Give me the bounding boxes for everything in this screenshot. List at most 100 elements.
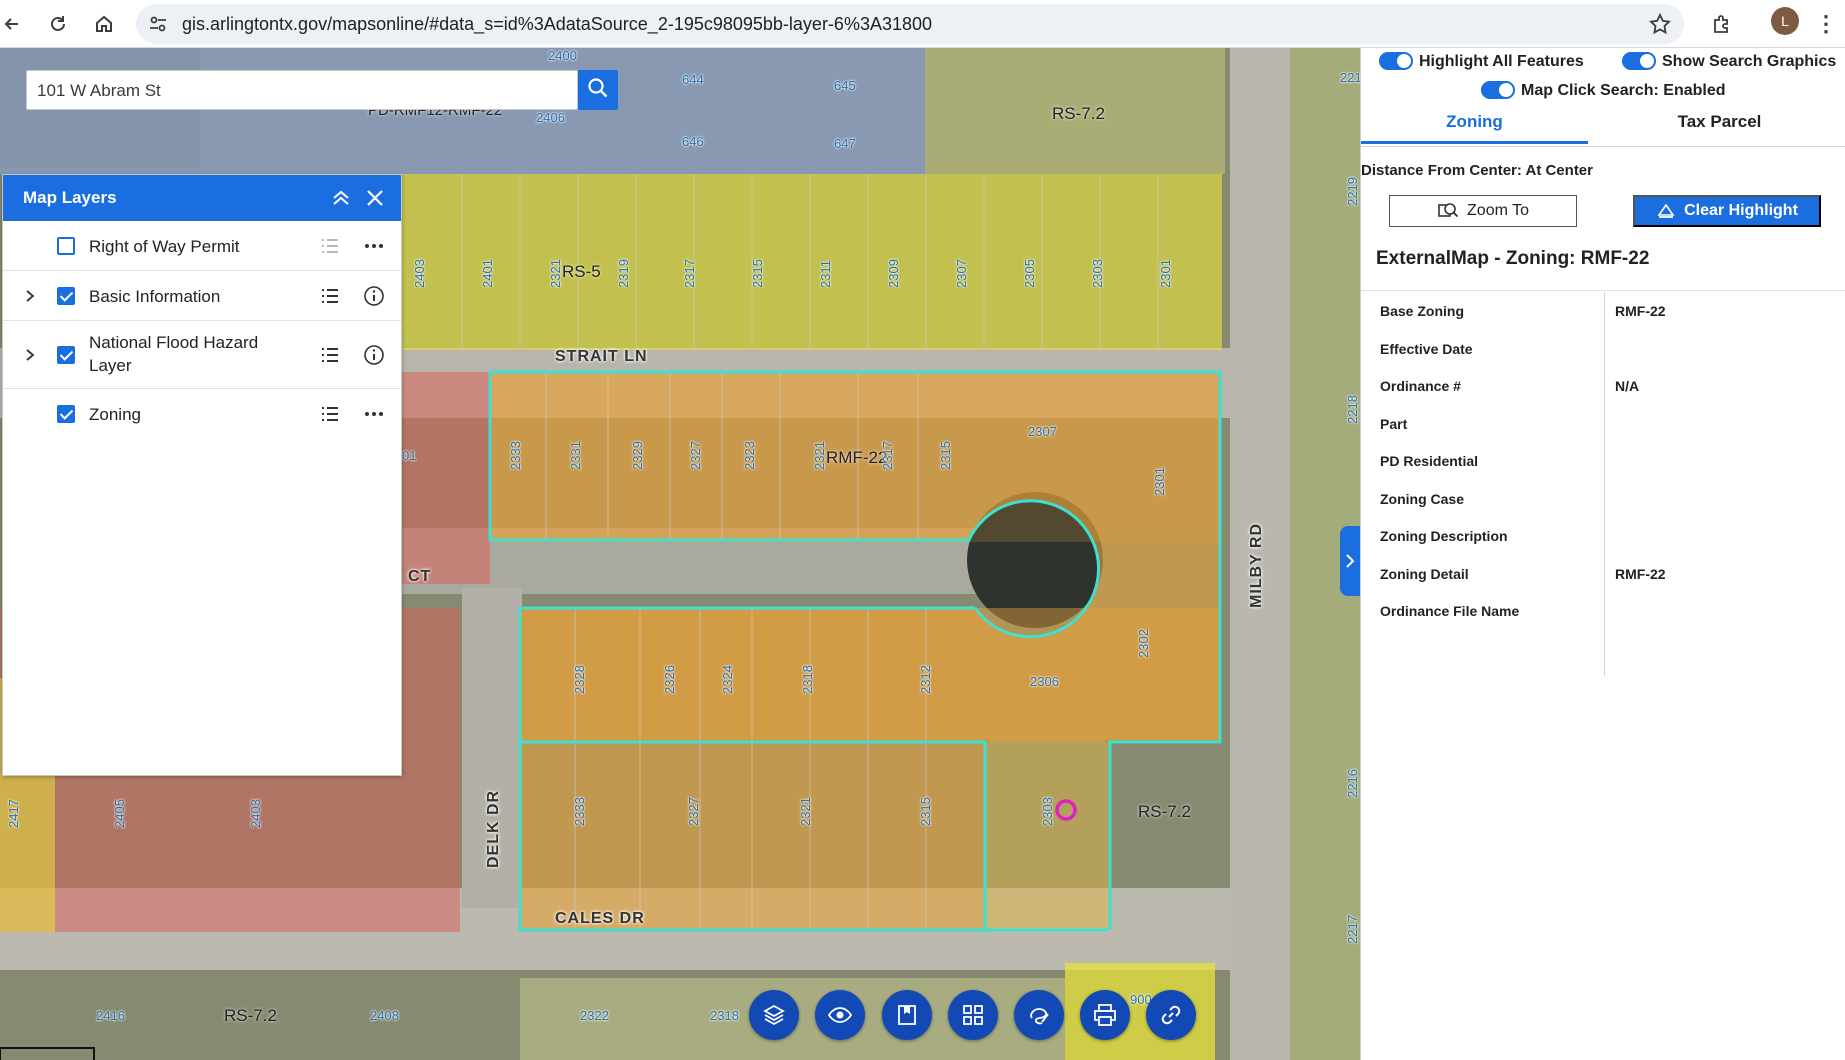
address-label: 2333	[572, 797, 587, 826]
kebab-menu-icon[interactable]: ⋮	[1814, 8, 1838, 40]
attribute-key: Ordinance #	[1380, 378, 1461, 394]
search-button[interactable]	[578, 70, 618, 110]
attribute-key: Zoning Detail	[1380, 565, 1469, 582]
address-label: 2323	[742, 441, 757, 470]
layer-item-right-of-way-permit[interactable]: Right of Way Permit	[3, 221, 401, 271]
chevron-right-icon	[1346, 554, 1355, 568]
attribute-row: Zoning Detail RMF-22	[1361, 555, 1845, 593]
map-layers-panel: Map Layers Right of Way Permit Basic Inf…	[2, 174, 402, 776]
url-text: gis.arlingtontx.gov/mapsonline/#data_s=i…	[182, 14, 933, 34]
address-label: 01	[402, 448, 417, 463]
address-label: 2326	[662, 665, 677, 694]
attribute-value: RMF-22	[1615, 565, 1666, 582]
map-view[interactable]: STRAIT LN CALES DR MILBY RD DELK DR CT R…	[0, 48, 1360, 1060]
attribute-value: N/A	[1615, 378, 1640, 394]
chevron-right-icon[interactable]	[23, 289, 37, 303]
zoom-to-button[interactable]: Zoom To	[1389, 195, 1577, 227]
layer-checkbox[interactable]	[57, 346, 75, 364]
address-bar[interactable]: gis.arlingtontx.gov/mapsonline/#data_s=i…	[136, 4, 1684, 44]
zone-label: RS-7.2	[1138, 802, 1191, 821]
distance-from-center: Distance From Center: At Center	[1361, 162, 1593, 179]
info-icon[interactable]	[363, 344, 385, 366]
attribute-key: Base Zoning	[1380, 303, 1465, 319]
layer-item-basic-information[interactable]: Basic Information	[3, 271, 401, 321]
bookmark-tool-button[interactable]	[882, 990, 932, 1040]
divider	[1361, 290, 1845, 291]
share-link-tool-button[interactable]	[1146, 990, 1196, 1040]
layer-label: Basic Information	[89, 287, 221, 306]
layers-tool-button[interactable]	[749, 990, 799, 1040]
map-layers-header: Map Layers	[3, 175, 401, 221]
address-label: 2315	[938, 441, 953, 470]
attribute-value: RMF-22	[1615, 303, 1666, 319]
layer-label: Right of Way Permit	[89, 237, 240, 256]
address-label: 2327	[688, 441, 703, 470]
search-input[interactable]: 101 W Abram St	[26, 70, 578, 110]
address-label: 2301	[1158, 259, 1173, 288]
street-label: MILBY RD	[1248, 522, 1265, 608]
column-divider	[1604, 292, 1605, 676]
attribute-row: Part	[1361, 405, 1845, 443]
back-arrow-icon[interactable]	[0, 6, 30, 42]
clear-highlight-button[interactable]: Clear Highlight	[1633, 195, 1821, 227]
attribute-row: PD Residential	[1361, 442, 1845, 480]
draw-tool-button[interactable]	[1014, 990, 1064, 1040]
legend-list-icon[interactable]	[319, 285, 341, 307]
layer-item-zoning[interactable]: Zoning	[3, 389, 401, 439]
layer-label: Zoning	[89, 405, 141, 424]
visibility-tool-button[interactable]	[815, 990, 865, 1040]
highlight-all-toggle[interactable]	[1379, 52, 1413, 70]
attribute-key: Zoning Case	[1380, 490, 1465, 507]
address-label: 2405	[112, 799, 127, 828]
link-icon	[1161, 1005, 1181, 1025]
street-label: DELK DR	[485, 789, 502, 868]
more-icon[interactable]	[363, 403, 385, 425]
feature-title: ExternalMap - Zoning: RMF-22	[1376, 248, 1650, 269]
profile-avatar[interactable]: L	[1771, 7, 1799, 35]
print-icon	[1094, 1004, 1116, 1026]
chevron-right-icon[interactable]	[23, 348, 37, 362]
legend-list-icon[interactable]	[319, 403, 341, 425]
layer-checkbox[interactable]	[57, 287, 75, 305]
close-icon[interactable]	[363, 186, 387, 210]
home-icon[interactable]	[86, 6, 122, 42]
street-label: STRAIT LN	[555, 348, 648, 365]
tab-tax-parcel[interactable]: Tax Parcel	[1606, 112, 1833, 144]
print-tool-button[interactable]	[1080, 990, 1130, 1040]
star-icon[interactable]	[1648, 12, 1672, 36]
attribute-row: Ordinance File Name	[1361, 592, 1845, 630]
attribute-row: Ordinance # N/A	[1361, 367, 1845, 405]
widgets-tool-button[interactable]	[948, 990, 998, 1040]
layer-checkbox[interactable]	[57, 237, 75, 255]
address-label: 2403	[412, 259, 427, 288]
address-label: 2331	[568, 441, 583, 470]
panel-collapse-tab[interactable]	[1340, 526, 1360, 596]
show-search-graphics-toggle[interactable]	[1622, 52, 1656, 70]
reload-icon[interactable]	[40, 6, 76, 42]
tab-zoning[interactable]: Zoning	[1361, 112, 1588, 144]
address-label: 2315	[918, 797, 933, 826]
more-icon[interactable]	[363, 235, 385, 257]
address-label: 2403	[248, 799, 263, 828]
address-label: 2312	[918, 665, 933, 694]
address-label: 2219	[1345, 177, 1360, 206]
layer-checkbox[interactable]	[57, 405, 75, 423]
clear-highlight-label: Clear Highlight	[1684, 202, 1798, 219]
info-icon[interactable]	[363, 285, 385, 307]
address-label: 2305	[1022, 259, 1037, 288]
browser-toolbar: gis.arlingtontx.gov/mapsonline/#data_s=i…	[0, 0, 1845, 48]
address-label: 2324	[720, 665, 735, 694]
collapse-chevron-icon[interactable]	[329, 186, 353, 210]
address-label: 2321	[798, 797, 813, 826]
map-click-search-toggle[interactable]	[1481, 81, 1515, 99]
address-label: 2317	[880, 441, 895, 470]
address-label: 2321	[548, 259, 563, 288]
results-panel: Highlight All Features Show Search Graph…	[1360, 48, 1845, 1060]
extensions-icon[interactable]	[1704, 6, 1740, 42]
site-settings-icon[interactable]	[148, 14, 168, 39]
zoom-to-icon	[1438, 203, 1459, 218]
legend-list-icon[interactable]	[319, 344, 341, 366]
layer-item-national-flood-hazard-layer[interactable]: National Flood Hazard Layer	[3, 321, 401, 389]
attribute-table: Base Zoning RMF-22 Effective Date Ordina…	[1361, 292, 1845, 630]
address-label: 2317	[682, 259, 697, 288]
